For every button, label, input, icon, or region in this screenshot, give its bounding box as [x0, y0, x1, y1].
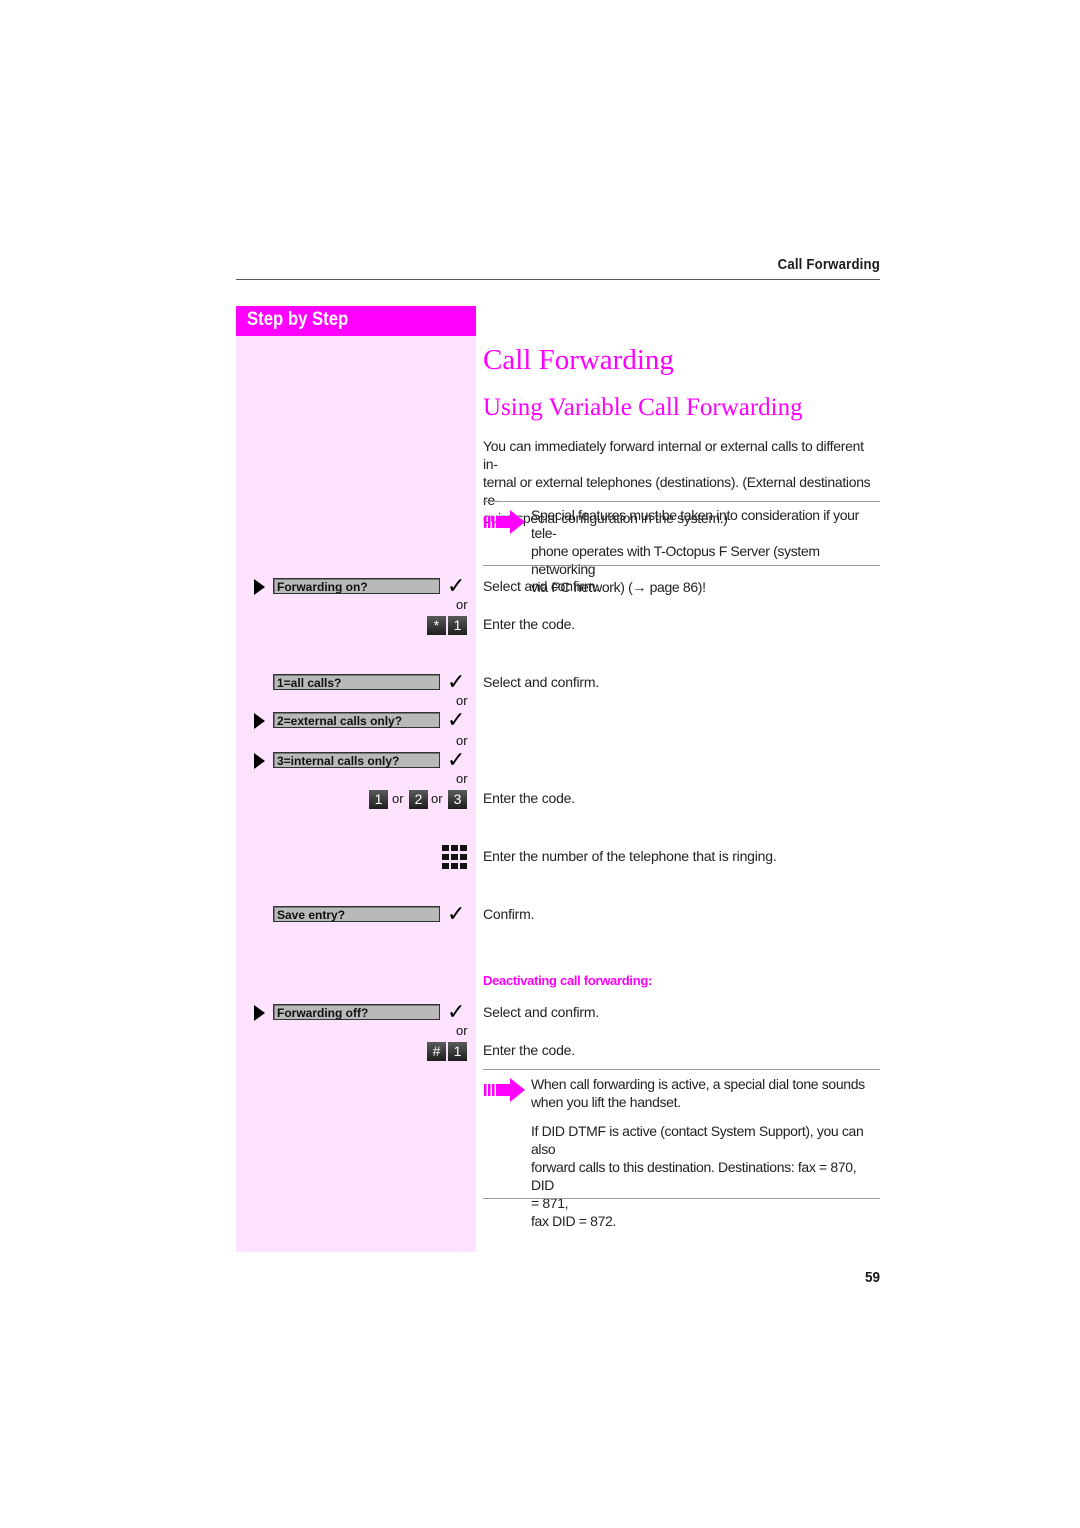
display-forwarding-on[interactable]: Forwarding on?: [273, 578, 440, 594]
select-arrow-icon: [254, 1005, 265, 1021]
page-number: 59: [864, 1269, 880, 1286]
select-arrow-icon: [254, 579, 265, 595]
note-dial-tone: When call forwarding is active, a specia…: [531, 1075, 881, 1111]
checkmark-icon: ✓: [447, 748, 466, 773]
note-line: forward calls to this destination. Desti…: [531, 1159, 857, 1193]
note-line: = 871,: [531, 1195, 569, 1211]
or-label: or: [456, 733, 468, 748]
step-text: Select and confirm.: [483, 1004, 600, 1020]
deactivate-heading: Deactivating call forwarding:: [483, 973, 653, 988]
running-head: Call Forwarding: [777, 256, 880, 273]
key-1[interactable]: 1: [448, 616, 467, 635]
checkmark-icon: ✓: [447, 574, 466, 599]
key-star[interactable]: *: [427, 616, 446, 635]
note-rule-top: [483, 1069, 880, 1070]
note-line: When call forwarding is active, a specia…: [531, 1076, 865, 1092]
note-line: when you lift the handset.: [531, 1094, 681, 1110]
key-1[interactable]: 1: [448, 1042, 467, 1061]
select-arrow-icon: [254, 753, 265, 769]
note-line: If DID DTMF is active (contact System Su…: [531, 1123, 864, 1157]
step-text: Select and confirm.: [483, 674, 600, 690]
step-text: Enter the code.: [483, 790, 575, 806]
note-rule-bottom: [483, 565, 880, 566]
checkmark-icon: ✓: [447, 1000, 466, 1025]
step-by-step-title: Step by Step: [247, 309, 349, 330]
or-label: or: [456, 597, 468, 612]
display-save-entry[interactable]: Save entry?: [273, 906, 440, 922]
note-arrow-icon: [484, 1078, 525, 1102]
note-arrow-icon: [484, 510, 525, 534]
section-title: Using Variable Call Forwarding: [483, 394, 803, 421]
header-rule: [236, 279, 880, 280]
or-label: or: [456, 771, 468, 786]
display-forwarding-off[interactable]: Forwarding off?: [273, 1004, 440, 1020]
keypad-icon: [442, 845, 467, 869]
key-3[interactable]: 3: [448, 790, 467, 809]
display-all-calls[interactable]: 1=all calls?: [273, 674, 440, 690]
step-text: Select and confirm.: [483, 578, 600, 594]
checkmark-icon: ✓: [447, 708, 466, 733]
display-external-calls[interactable]: 2=external calls only?: [273, 712, 440, 728]
checkmark-icon: ✓: [447, 670, 466, 695]
step-by-step-panel: [236, 306, 476, 1252]
select-arrow-icon: [254, 713, 265, 729]
note-rule-top: [483, 501, 880, 502]
or-label: or: [456, 1023, 468, 1038]
display-internal-calls[interactable]: 3=internal calls only?: [273, 752, 440, 768]
step-text: Enter the code.: [483, 1042, 575, 1058]
note-line: phone operates with T-Octopus F Server (…: [531, 543, 820, 577]
step-text: Enter the number of the telephone that i…: [483, 848, 777, 864]
or-label: or: [456, 693, 468, 708]
key-2[interactable]: 2: [409, 790, 428, 809]
step-text: Enter the code.: [483, 616, 575, 632]
key-1[interactable]: 1: [369, 790, 388, 809]
checkmark-icon: ✓: [447, 902, 466, 927]
note-rule-bottom: [483, 1198, 880, 1199]
or-label: or: [392, 791, 404, 806]
intro-line: ternal or external telephones (destinati…: [483, 474, 871, 508]
page-title: Call Forwarding: [483, 344, 674, 376]
intro-line: You can immediately forward internal or …: [483, 438, 864, 472]
note-line: Special features must be taken into cons…: [531, 507, 859, 541]
or-label: or: [431, 791, 443, 806]
key-hash[interactable]: #: [427, 1042, 446, 1061]
note-did-dtmf: If DID DTMF is active (contact System Su…: [531, 1122, 881, 1230]
step-text: Confirm.: [483, 906, 535, 922]
note-line: fax DID = 872.: [531, 1213, 616, 1229]
